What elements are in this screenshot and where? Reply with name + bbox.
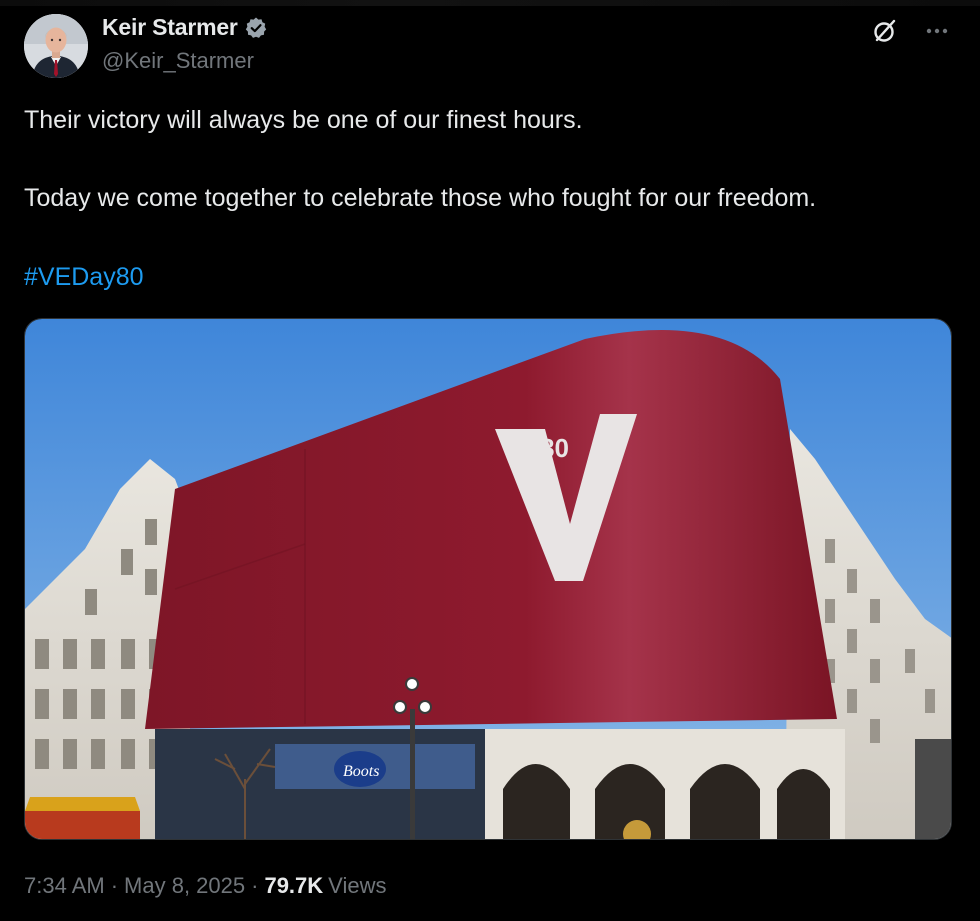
- author-handle[interactable]: @Keir_Starmer: [102, 48, 254, 74]
- storefront: Boots: [155, 729, 845, 839]
- verified-badge-icon: [244, 16, 268, 40]
- meta-separator: ·: [251, 873, 259, 898]
- tweet-text-line-1: Their victory will always be one of our …: [24, 106, 583, 134]
- svg-text:Boots: Boots: [343, 763, 379, 780]
- avatar[interactable]: [24, 14, 88, 78]
- previous-content-sliver: [0, 0, 980, 6]
- author-display-name[interactable]: Keir Starmer: [102, 14, 238, 41]
- svg-text:80: 80: [540, 433, 569, 463]
- hashtag-link[interactable]: #VEDay80: [24, 261, 144, 293]
- views-label: Views: [328, 873, 387, 898]
- meta-separator: ·: [110, 873, 119, 898]
- tweet-date[interactable]: May 8, 2025: [124, 873, 245, 899]
- tweet-text-line-2: Today we come together to celebrate thos…: [24, 184, 817, 212]
- views-count: 79.7K: [264, 873, 324, 898]
- more-icon[interactable]: [922, 16, 952, 46]
- tweet-card[interactable]: Keir Starmer @Keir_Starmer Their victory…: [0, 0, 980, 921]
- tweet-media-video[interactable]: 80 Boots: [24, 318, 952, 840]
- author-name-row[interactable]: Keir Starmer: [102, 14, 268, 41]
- tweet-time[interactable]: 7:34 AM: [24, 873, 105, 899]
- tweet-meta: 7:34 AM · May 8, 2025 · 79.7K Views: [24, 873, 386, 899]
- grok-icon[interactable]: [870, 16, 900, 46]
- header-actions: [870, 16, 952, 46]
